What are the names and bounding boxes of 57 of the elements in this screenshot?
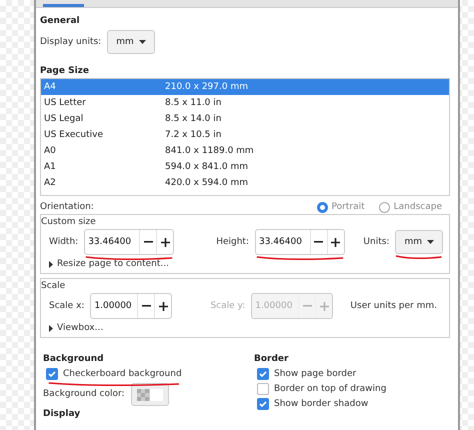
field-label: Width: bbox=[49, 237, 78, 247]
minus-icon bbox=[302, 305, 312, 307]
expander[interactable]: Resize page to content... bbox=[49, 259, 169, 269]
plus-icon bbox=[158, 302, 168, 310]
list-row[interactable]: A1 594.0 x 841.0 mm bbox=[41, 159, 449, 175]
check-icon bbox=[48, 370, 56, 376]
checkbox[interactable]: Border on top of drawing bbox=[257, 381, 386, 396]
caret-icon bbox=[427, 240, 434, 244]
check-icon bbox=[259, 400, 267, 406]
units-dropdown[interactable]: mm bbox=[107, 30, 155, 54]
number-input[interactable]: 33.46400 bbox=[256, 230, 310, 254]
section-heading: Background bbox=[43, 353, 105, 366]
field-label: Units: bbox=[363, 237, 390, 247]
spin-box[interactable]: 33.46400 bbox=[254, 229, 345, 255]
field-label: Background color: bbox=[43, 389, 125, 399]
plus-icon bbox=[160, 238, 170, 246]
field-label: User units per mm. bbox=[350, 301, 437, 311]
checkerboard-icon bbox=[136, 388, 163, 400]
list-row[interactable]: US Legal 8.5 x 14.0 in bbox=[41, 111, 449, 127]
section-heading: Page Size bbox=[40, 65, 90, 78]
expander-icon bbox=[49, 260, 53, 268]
list-row[interactable]: US Letter 8.5 x 11.0 in bbox=[41, 95, 449, 111]
frame-title: Custom size bbox=[41, 216, 97, 228]
check-icon bbox=[259, 370, 267, 376]
expander[interactable]: Viewbox... bbox=[49, 323, 104, 333]
minus-icon bbox=[142, 305, 151, 307]
number-input[interactable]: 1.00000 bbox=[91, 294, 138, 318]
checkbox[interactable]: Checkerboard background bbox=[46, 366, 182, 381]
radio-button[interactable]: Landscape bbox=[378, 202, 442, 212]
minus-icon bbox=[144, 241, 153, 243]
list-row[interactable]: US Executive 7.2 x 10.5 in bbox=[41, 127, 449, 143]
number-input[interactable]: 33.46400 bbox=[85, 230, 140, 254]
field-label: Scale x: bbox=[49, 301, 84, 311]
radio-button[interactable]: Portrait bbox=[316, 202, 365, 212]
active-tab-indicator bbox=[43, 4, 84, 7]
spin-box[interactable]: 33.46400 bbox=[84, 229, 174, 255]
color-swatch-button[interactable] bbox=[130, 382, 169, 406]
frame-title: Scale bbox=[41, 280, 66, 292]
plus-icon bbox=[320, 302, 329, 310]
field-label: Orientation: bbox=[40, 202, 94, 212]
list-row[interactable]: A4 210.0 x 297.0 mm bbox=[41, 79, 449, 95]
field-label: Scale y: bbox=[210, 301, 246, 311]
list-row[interactable]: A2 420.0 x 594.0 mm bbox=[41, 175, 449, 191]
checkbox[interactable]: Show border shadow bbox=[257, 396, 368, 411]
caret-icon bbox=[138, 40, 146, 44]
plus-icon bbox=[331, 238, 340, 246]
minus-icon bbox=[314, 241, 324, 243]
section-heading: General bbox=[40, 15, 81, 28]
list-row[interactable]: A0 841.0 x 1189.0 mm bbox=[41, 143, 449, 159]
section-heading: Display bbox=[43, 408, 82, 421]
field-label: Height: bbox=[216, 237, 249, 247]
section-heading: Border bbox=[254, 353, 290, 366]
spin-box[interactable]: 1.00000 bbox=[90, 293, 172, 319]
units-dropdown[interactable]: mm bbox=[395, 230, 443, 254]
checkbox[interactable]: Show page border bbox=[257, 366, 356, 381]
field-label: Display units: bbox=[40, 37, 102, 47]
expander-icon bbox=[49, 324, 53, 332]
